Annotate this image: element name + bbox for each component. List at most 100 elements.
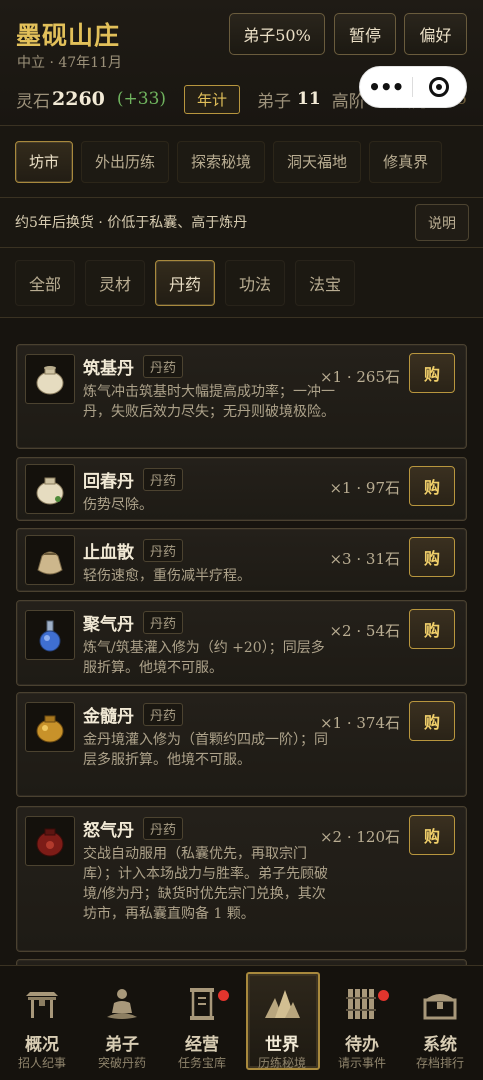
item-price: ×2 · 54石 (329, 622, 400, 640)
tab-market[interactable]: 坊市 (15, 140, 74, 183)
bottom-nav: 概况 招人纪事 弟子 突破丹药 经营 任务宝库 世界 历练秘境 待办 请示事件 … (0, 965, 483, 1080)
item-name: 金髓丹 (83, 707, 134, 727)
gold-jar-icon (25, 702, 75, 752)
market-info-bar: 约5年后换货 · 价低于私囊、高于炼丹 (0, 198, 483, 248)
jar-icon (25, 464, 75, 514)
year-plan-button[interactable]: 年计 (184, 84, 241, 114)
item-name: 怒气丹 (83, 821, 134, 841)
nav-overview[interactable]: 概况 招人纪事 (2, 966, 82, 1080)
item-name: 聚气丹 (83, 615, 134, 635)
category-pills[interactable]: 丹药 (155, 259, 215, 306)
nav-label: 经营 (185, 1035, 219, 1055)
pouch-icon (25, 535, 75, 585)
nav-sublabel: 存档排行 (415, 1056, 464, 1070)
sect-subtitle: 中立 · 47年11月 (17, 55, 122, 71)
item-tag: 丹药 (143, 817, 184, 840)
meditation-icon (102, 984, 142, 1024)
buy-button[interactable]: 购 (409, 537, 455, 577)
buy-button[interactable]: 购 (409, 609, 455, 649)
miniprogram-capsule: ••• (359, 66, 467, 108)
item-tag: 丹药 (143, 539, 184, 562)
item-name: 筑基丹 (83, 359, 134, 379)
mountains-icon (262, 984, 302, 1024)
list-item: 筑基丹 丹药 炼气冲击筑基时大幅提高成功率；一冲一丹，失败后效力尽失；无丹则破境… (16, 344, 467, 449)
buy-button[interactable]: 购 (409, 815, 455, 855)
nav-disciples[interactable]: 弟子 突破丹药 (82, 966, 162, 1080)
item-desc: 炼气冲击筑基时大幅提高成功率；一冲一丹，失败后效力尽失；无丹则破境极险。 (83, 384, 335, 420)
nav-sublabel: 历练秘境 (257, 1056, 306, 1070)
close-miniprogram-icon[interactable] (413, 77, 467, 97)
item-name: 止血散 (83, 543, 134, 563)
disciple-ratio-button[interactable]: 弟子50% (229, 13, 325, 55)
nav-label: 概况 (25, 1035, 59, 1055)
item-desc: 炼气/筑基灌入修为（约 +20）；同层多服折算。他境不可服。 (83, 640, 325, 676)
nav-label: 弟子 (105, 1035, 139, 1055)
item-desc: 伤势尽除。 (83, 497, 153, 513)
item-price: ×3 · 31石 (329, 550, 400, 568)
item-list[interactable]: 筑基丹 丹药 炼气冲击筑基时大幅提高成功率；一冲一丹，失败后效力尽失；无丹则破境… (0, 318, 483, 965)
item-price: ×1 · 265石 (319, 368, 400, 386)
red-jar-icon (25, 816, 75, 866)
stone-label: 灵石 (16, 91, 50, 112)
app-root: 墨砚山庄 中立 · 47年11月 弟子50% 暂停 偏好 灵石 2260 (+3… (0, 0, 483, 1080)
notification-badge (218, 990, 229, 1001)
category-materials[interactable]: 灵材 (85, 259, 145, 306)
bamboo-slips-icon (342, 984, 382, 1024)
nav-world[interactable]: 世界 历练秘境 (242, 966, 322, 1080)
category-artifacts[interactable]: 法宝 (295, 259, 355, 306)
item-tag: 丹药 (143, 468, 184, 491)
notification-badge (378, 990, 389, 1001)
item-price: ×2 · 120石 (319, 828, 400, 846)
nav-label: 世界 (265, 1035, 299, 1055)
list-item: 回春丹 丹药 伤势尽除。 ×1 · 97石 购 (16, 457, 467, 521)
nav-todo[interactable]: 待办 请示事件 (322, 966, 402, 1080)
item-desc: 交战自动服用（私囊优先，再取宗门库）；计入本场战力与胜率。弟子先顾破境/修为丹；… (83, 846, 328, 922)
buy-button[interactable]: 购 (409, 353, 455, 393)
list-item: 金髓丹 丹药 金丹境灌入修为（首颗约四成一阶）；同层多服折算。他境不可服。 ×1… (16, 692, 467, 797)
item-tag: 丹药 (143, 703, 184, 726)
header: 墨砚山庄 中立 · 47年11月 弟子50% 暂停 偏好 灵石 2260 (+3… (0, 0, 483, 126)
nav-label: 系统 (423, 1035, 457, 1055)
pause-button[interactable]: 暂停 (334, 13, 396, 55)
buy-button[interactable]: 购 (409, 701, 455, 741)
top-tab-bar: 坊市 外出历练 探索秘境 洞天福地 修真界 (0, 126, 483, 198)
flask-icon (25, 610, 75, 660)
item-desc: 金丹境灌入修为（首颗约四成一阶）；同层多服折算。他境不可服。 (83, 732, 328, 768)
market-info-text: 约5年后换货 · 价低于私囊、高于炼丹 (15, 215, 248, 231)
disciple-label: 弟子 (257, 91, 292, 112)
stone-delta: (+33) (116, 89, 167, 109)
item-name: 回春丹 (83, 472, 134, 492)
item-price: ×1 · 97石 (329, 479, 400, 497)
tab-cave-paradise[interactable]: 洞天福地 (273, 140, 362, 183)
nav-label: 待办 (345, 1035, 379, 1055)
tab-outing[interactable]: 外出历练 (81, 140, 170, 183)
category-techniques[interactable]: 功法 (225, 259, 285, 306)
category-all[interactable]: 全部 (15, 259, 75, 306)
tab-secret-realm[interactable]: 探索秘境 (177, 140, 266, 183)
nav-sublabel: 请示事件 (337, 1056, 386, 1070)
nav-system[interactable]: 系统 存档排行 (400, 966, 480, 1080)
more-menu-icon[interactable]: ••• (360, 75, 412, 99)
nav-sublabel: 招人纪事 (17, 1056, 66, 1070)
buy-button[interactable]: 购 (409, 466, 455, 506)
nav-sublabel: 任务宝库 (177, 1056, 226, 1070)
item-price: ×1 · 374石 (319, 714, 400, 732)
tab-cultivation-world[interactable]: 修真界 (369, 140, 443, 183)
item-tag: 丹药 (143, 611, 184, 634)
stone-value: 2260 (52, 88, 105, 110)
item-tag: 丹药 (143, 355, 184, 378)
pavilion-icon (22, 984, 62, 1024)
explain-button[interactable]: 说明 (415, 204, 469, 241)
disciple-value: 11 (297, 89, 321, 109)
category-tab-bar: 全部 灵材 丹药 功法 法宝 (0, 248, 483, 318)
item-desc: 轻伤速愈，重伤减半疗程。 (83, 568, 251, 584)
jar-icon (25, 354, 75, 404)
list-item: 聚气丹 丹药 炼气/筑基灌入修为（约 +20）；同层多服折算。他境不可服。 ×2… (16, 600, 467, 686)
chest-icon (420, 984, 460, 1024)
list-item: 止血散 丹药 轻伤速愈，重伤减半疗程。 ×3 · 31石 购 (16, 528, 467, 592)
preferences-button[interactable]: 偏好 (404, 13, 467, 55)
scroll-icon (182, 984, 222, 1024)
list-item: 怒气丹 丹药 交战自动服用（私囊优先，再取宗门库）；计入本场战力与胜率。弟子先顾… (16, 806, 467, 952)
nav-management[interactable]: 经营 任务宝库 (162, 966, 242, 1080)
sect-title: 墨砚山庄 (16, 21, 121, 50)
